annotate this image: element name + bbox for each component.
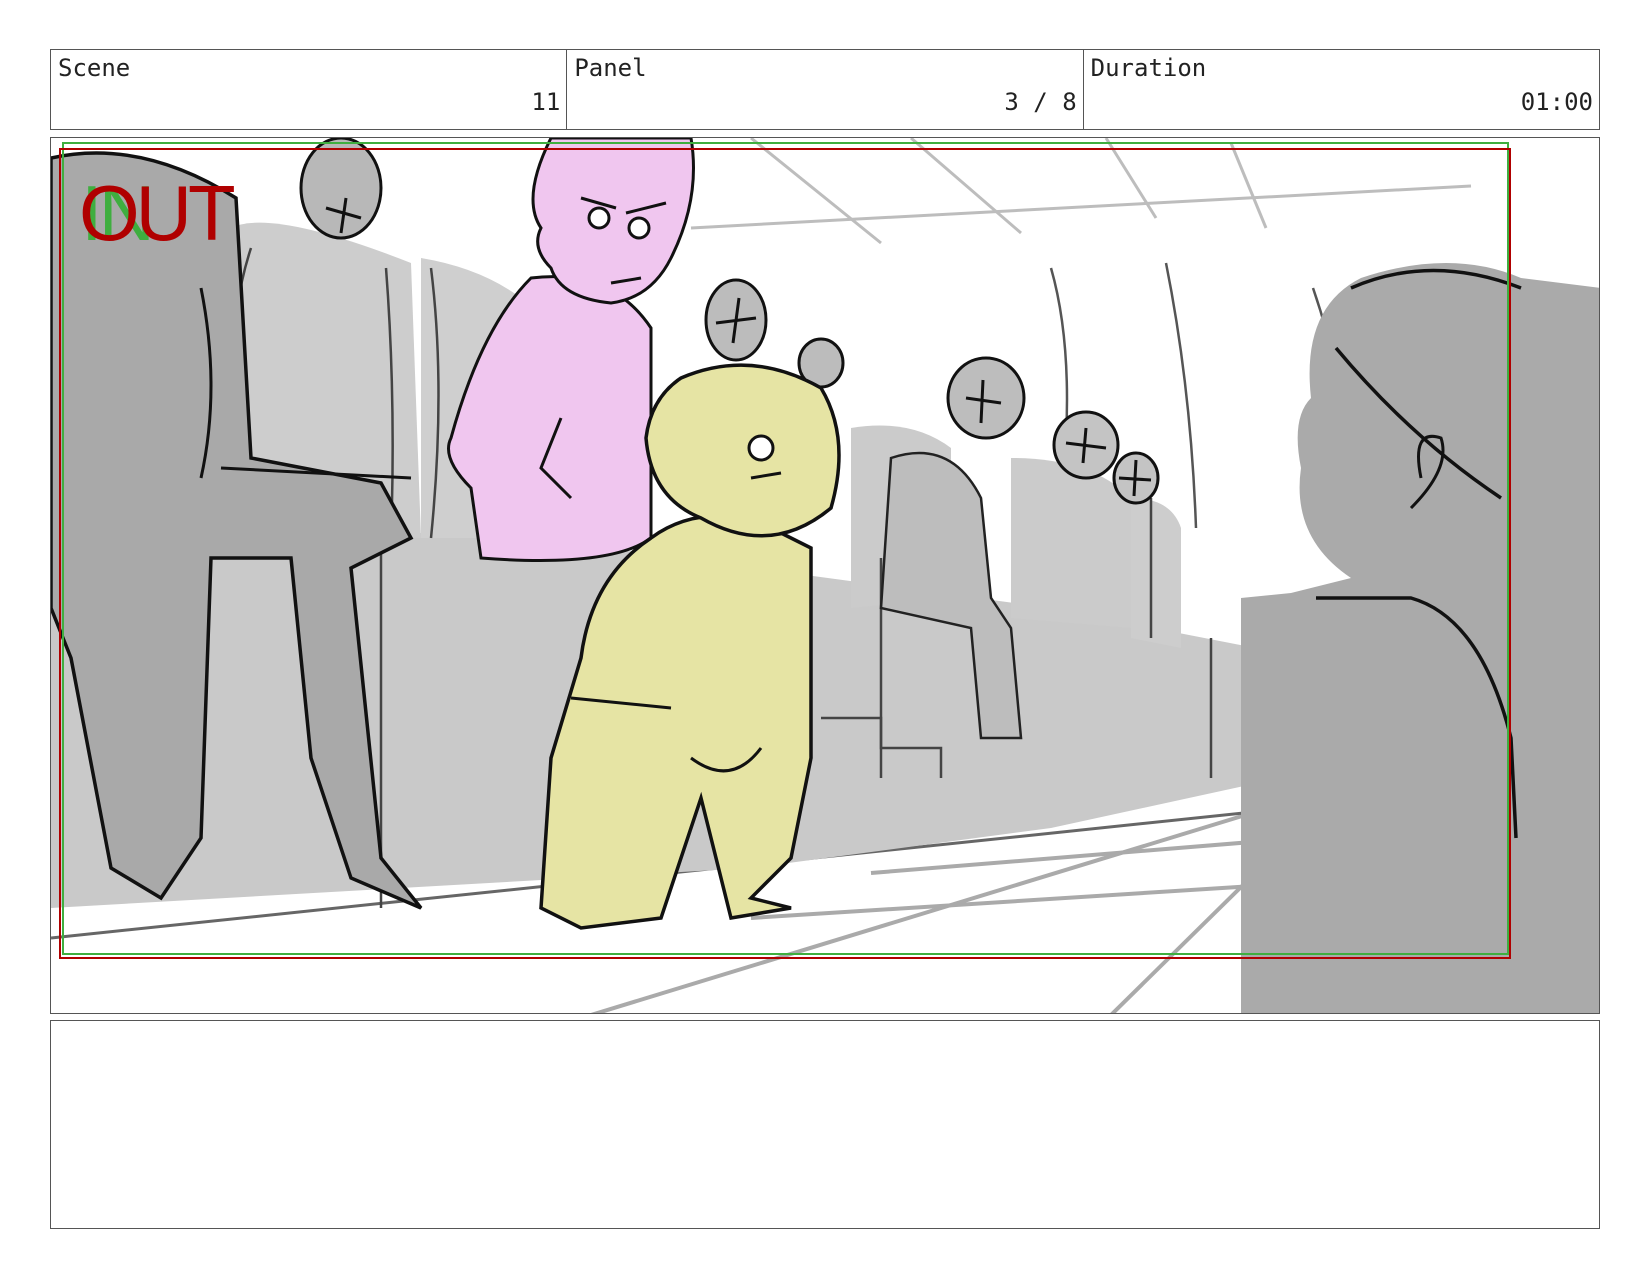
pink-character [447,138,695,562]
panel-cell: Panel 3 / 8 [567,50,1084,129]
scene-value: 11 [531,88,561,116]
panel-value: 3 / 8 [1004,88,1077,116]
duration-cell: Duration 01:00 [1084,50,1599,129]
scene-cell: Scene 11 [51,50,568,129]
right-foreground-figure [1241,263,1599,1013]
notes-box [50,1020,1600,1229]
panel-label: Panel [574,54,647,82]
storyboard-frame: IN OUT [50,137,1600,1014]
out-marker: OUT [79,169,236,257]
scene-label: Scene [58,54,131,82]
ceiling-lines [690,138,1472,245]
duration-value: 01:00 [1520,88,1593,116]
storyboard-sketch [51,138,1599,1013]
panel-header: Scene 11 Panel 3 / 8 Duration 01:00 [50,49,1600,130]
duration-label: Duration [1090,54,1207,82]
